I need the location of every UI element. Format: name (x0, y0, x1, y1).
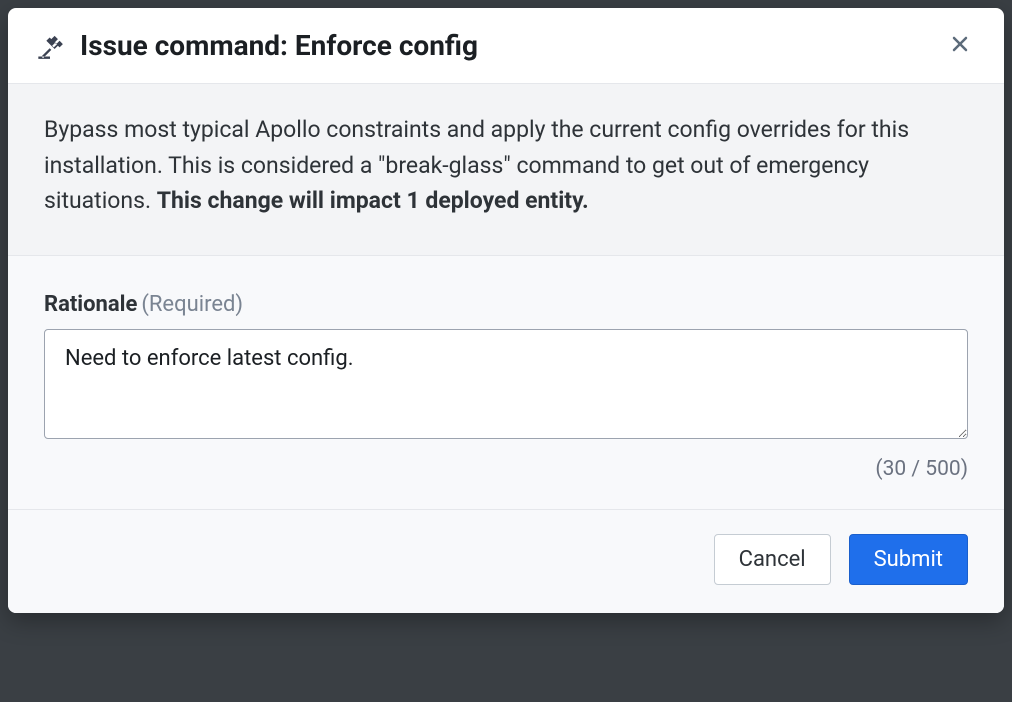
description-text: Bypass most typical Apollo constraints a… (44, 112, 968, 219)
modal-header: Issue command: Enforce config (8, 8, 1004, 84)
close-button[interactable] (944, 28, 976, 63)
rationale-required: (Required) (141, 292, 243, 317)
modal-header-left: Issue command: Enforce config (36, 29, 478, 62)
modal-footer: Cancel Submit (8, 509, 1004, 613)
rationale-label: Rationale (44, 292, 137, 317)
submit-button[interactable]: Submit (849, 534, 968, 585)
modal-title: Issue command: Enforce config (80, 29, 478, 62)
cancel-button[interactable]: Cancel (714, 534, 831, 585)
issue-command-modal: Issue command: Enforce config Bypass mos… (8, 8, 1004, 613)
modal-description: Bypass most typical Apollo constraints a… (8, 84, 1004, 256)
close-icon (948, 32, 972, 59)
rationale-input[interactable] (44, 329, 968, 439)
rationale-label-row: Rationale (Required) (44, 292, 968, 317)
char-counter: (30 / 500) (44, 457, 968, 481)
modal-body: Rationale (Required) (30 / 500) (8, 256, 1004, 509)
description-impact: This change will impact 1 deployed entit… (157, 187, 589, 214)
gavel-icon (36, 32, 64, 60)
